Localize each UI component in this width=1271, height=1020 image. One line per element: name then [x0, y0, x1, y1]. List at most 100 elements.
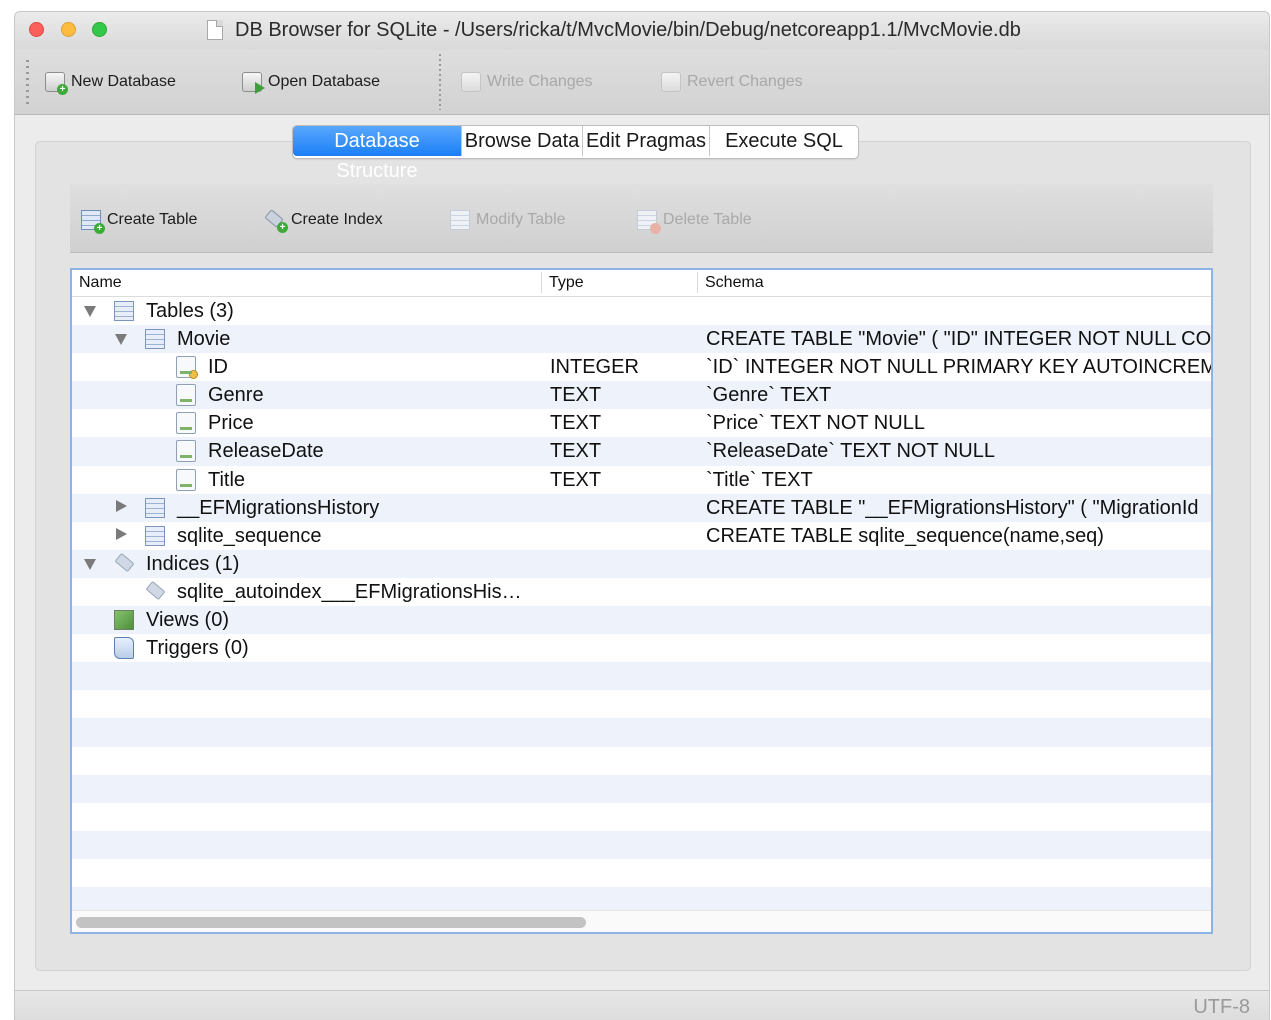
empty-row	[72, 774, 1211, 803]
expand-arrow-icon[interactable]	[116, 527, 127, 540]
empty-row	[72, 747, 1211, 775]
db-structure-tree[interactable]: Name Type Schema Tables (3) Movie CREATE…	[70, 268, 1213, 934]
tree-rows: Tables (3) Movie CREATE TABLE "Movie" ( …	[72, 297, 1212, 916]
table-icon	[145, 497, 165, 518]
collapse-arrow-icon[interactable]	[84, 558, 96, 570]
row-name: Indices (1)	[146, 552, 240, 575]
tab-browse-data[interactable]: Browse Data	[461, 126, 582, 156]
minimize-window-button[interactable]	[61, 22, 76, 37]
index-group-icon	[114, 553, 134, 575]
horizontal-scrollbar[interactable]	[72, 910, 1211, 932]
header-type[interactable]: Type	[549, 274, 584, 292]
field-icon	[176, 468, 196, 491]
triggers-icon	[114, 637, 134, 660]
row-schema: CREATE TABLE "Movie" ( "ID" INTEGER NOT …	[706, 328, 1212, 351]
table-group-icon	[114, 301, 134, 321]
row-name: Title	[208, 468, 246, 491]
tab-database-structure[interactable]: Database Structure	[293, 126, 461, 182]
tree-row-field-title[interactable]: Title TEXT `Title` TEXT	[72, 466, 1211, 494]
tree-header: Name Type Schema	[72, 270, 1211, 297]
create-index-label: Create Index	[291, 211, 383, 228]
tree-row-field-price[interactable]: Price TEXT `Price` TEXT NOT NULL	[72, 409, 1211, 437]
row-name: Movie	[177, 328, 231, 351]
zoom-window-button[interactable]	[92, 22, 107, 37]
revert-changes-button[interactable]: Revert Changes	[661, 68, 803, 96]
revert-changes-icon	[661, 72, 681, 92]
tab-edit-pragmas[interactable]: Edit Pragmas	[582, 126, 709, 156]
tab-execute-sql[interactable]: Execute SQL	[709, 126, 858, 156]
field-icon	[176, 412, 196, 435]
close-window-button[interactable]	[29, 22, 44, 37]
write-changes-label: Write Changes	[487, 73, 593, 90]
row-type: INTEGER	[550, 356, 639, 379]
empty-row	[72, 690, 1211, 718]
collapse-arrow-icon[interactable]	[115, 334, 127, 346]
main-toolbar: + New Database Open Database Write Chang…	[15, 50, 1269, 115]
create-table-icon: +	[81, 210, 105, 234]
empty-row	[72, 718, 1211, 747]
modify-table-icon	[450, 210, 470, 230]
tree-row-autoindex[interactable]: sqlite_autoindex___EFMigrationsHis…	[72, 578, 1211, 606]
empty-row	[72, 830, 1211, 859]
header-divider[interactable]	[541, 272, 542, 293]
toolbar-separator	[439, 54, 441, 110]
main-tabs: Database Structure Browse Data Edit Prag…	[292, 125, 859, 182]
open-database-label: Open Database	[268, 73, 381, 90]
open-database-button[interactable]: Open Database	[242, 68, 380, 96]
title-bar[interactable]: DB Browser for SQLite - /Users/ricka/t/M…	[15, 12, 1269, 50]
tree-row-field-genre[interactable]: Genre TEXT `Genre` TEXT	[72, 381, 1211, 410]
row-schema: `ID` INTEGER NOT NULL PRIMARY KEY AUTOIN…	[706, 356, 1213, 379]
open-database-icon	[242, 72, 265, 94]
delete-table-label: Delete Table	[663, 211, 752, 228]
tree-row-field-releasedate[interactable]: ReleaseDate TEXT `ReleaseDate` TEXT NOT …	[72, 437, 1211, 466]
row-name: sqlite_autoindex___EFMigrationsHis…	[177, 580, 522, 603]
window-title: DB Browser for SQLite - /Users/ricka/t/M…	[235, 19, 1021, 41]
tree-row-sqlite-sequence[interactable]: sqlite_sequence CREATE TABLE sqlite_sequ…	[72, 522, 1211, 550]
tree-row-views[interactable]: Views (0)	[72, 606, 1211, 635]
views-icon	[114, 610, 134, 631]
new-database-label: New Database	[71, 73, 176, 90]
status-bar: UTF-8	[15, 990, 1269, 1020]
index-icon	[145, 581, 165, 603]
row-name: sqlite_sequence	[177, 524, 322, 547]
header-divider[interactable]	[697, 272, 698, 293]
modify-table-button[interactable]: Modify Table	[450, 208, 566, 232]
row-schema: `Price` TEXT NOT NULL	[706, 412, 925, 435]
header-schema[interactable]: Schema	[705, 274, 764, 292]
tree-row-tables[interactable]: Tables (3)	[72, 297, 1211, 325]
structure-toolbar: + Create Table + Create Index Modify Tab…	[70, 184, 1213, 253]
new-database-button[interactable]: + New Database	[45, 68, 176, 96]
create-table-label: Create Table	[107, 211, 198, 228]
tree-row-movie[interactable]: Movie CREATE TABLE "Movie" ( "ID" INTEGE…	[72, 325, 1212, 354]
create-table-button[interactable]: + Create Table	[81, 208, 198, 234]
field-icon	[176, 384, 196, 407]
scrollbar-thumb[interactable]	[76, 917, 586, 928]
row-type: TEXT	[550, 412, 602, 435]
create-index-button[interactable]: + Create Index	[264, 208, 383, 233]
create-index-icon: +	[264, 209, 288, 233]
row-name: Tables (3)	[146, 300, 234, 322]
write-changes-button[interactable]: Write Changes	[461, 68, 593, 96]
revert-changes-label: Revert Changes	[687, 73, 803, 90]
row-name: Views (0)	[146, 609, 229, 632]
row-name: __EFMigrationsHistory	[177, 496, 380, 519]
toolbar-grip[interactable]	[26, 60, 29, 104]
row-name: ID	[208, 356, 228, 379]
new-database-icon: +	[45, 72, 68, 95]
tree-row-triggers[interactable]: Triggers (0)	[72, 634, 1211, 662]
empty-row	[72, 859, 1211, 887]
modify-table-label: Modify Table	[476, 211, 566, 228]
collapse-arrow-icon[interactable]	[84, 306, 96, 317]
empty-row	[72, 803, 1211, 831]
row-schema: `Title` TEXT	[706, 468, 813, 491]
document-icon	[207, 20, 223, 40]
delete-table-button[interactable]: Delete Table	[637, 208, 752, 234]
expand-arrow-icon[interactable]	[116, 499, 127, 512]
row-schema: `ReleaseDate` TEXT NOT NULL	[706, 440, 995, 463]
tree-row-field-id[interactable]: ID INTEGER `ID` INTEGER NOT NULL PRIMARY…	[72, 353, 1211, 381]
tree-row-indices[interactable]: Indices (1)	[72, 549, 1211, 578]
header-name[interactable]: Name	[79, 274, 122, 292]
row-type: TEXT	[550, 468, 602, 491]
tree-row-efmigrationshistory[interactable]: __EFMigrationsHistory CREATE TABLE "__EF…	[72, 493, 1211, 522]
row-name: Triggers (0)	[146, 637, 249, 660]
